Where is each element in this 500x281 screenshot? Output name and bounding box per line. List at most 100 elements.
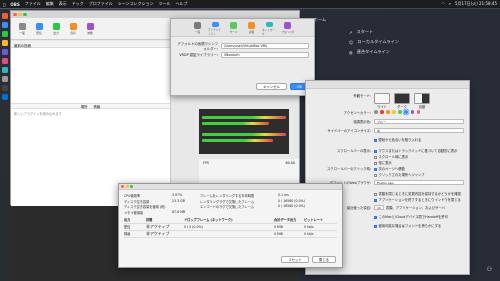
app-dock-icon[interactable] [1,67,8,73]
sidebar-select[interactable]: 中 [374,128,464,133]
close-windows-checkbox[interactable]: アプリケーションを終了するときにウインドウを閉じる [374,197,464,202]
settings-tab-provider[interactable]: プロバイダ [280,22,295,36]
output-name: 配信 [124,225,131,230]
output-bitrate: 0 kb/s [304,224,314,229]
accent-swatch[interactable] [416,110,421,114]
reset-button[interactable]: リセット [281,256,309,263]
app-dock-icon[interactable] [1,13,8,19]
theme-auto-thumb [414,93,430,104]
mastodon-item-federated[interactable]: ◍ 連合タイムライン [299,47,500,57]
tool-video[interactable]: 映像 [83,22,97,35]
mastodon-item-home[interactable]: ⌂ホーム [299,15,500,25]
app-dock-icon[interactable] [1,76,8,82]
vrdp-select[interactable]: VBoxAuth [221,51,309,58]
accent-swatch[interactable] [404,110,409,114]
close-icon[interactable] [121,185,124,188]
menu-item-dock[interactable]: ドック [72,1,84,7]
settings-tab-general[interactable]: 一般 [190,22,205,36]
menu-app-name[interactable]: OBS [10,2,19,7]
highlight-row: 強調表示色: ブルー [306,118,469,127]
accent-swatch[interactable] [386,110,390,114]
tool-stream[interactable]: 配信 [32,22,46,35]
audio-meter [202,116,286,119]
stats-metrics: CPU使用率 3.97% フレームをレンダリングする平均時間 0.1 ms ディ… [119,190,342,215]
output-dropped: 0 / 0 (0.0%) [184,224,203,229]
scroll-click-next-page[interactable]: 次のページへ移動 [374,166,464,171]
tool-output[interactable]: 出力 [49,22,63,35]
search-icon[interactable]: ⌕ [449,1,451,7]
theme-auto[interactable]: 自動 [414,93,430,109]
accent-swatch[interactable] [374,110,378,114]
tool-audio[interactable]: 音声 [66,22,80,35]
app-dock-icon[interactable] [1,31,8,37]
close-button[interactable]: 閉じる [311,256,336,263]
settings-tab-label: アイデンティティ [208,29,221,36]
theme-options: ライト ダーク 自動 [374,92,464,109]
tab-info[interactable]: 情報 [94,104,101,109]
folder-select[interactable]: /Users/user/VirtualBox VMs [221,42,309,49]
option-label: マウスまたはトラックパッドに基づいて自動的に表示 [378,149,458,153]
tab-place[interactable]: 場所 [81,104,88,109]
close-icon[interactable] [13,12,17,16]
menu-item-edit[interactable]: 編集 [46,1,54,7]
scroll-click-jump[interactable]: クリックされた場所へジャンプ [374,172,464,177]
recent-count-select[interactable]: 10 [374,205,384,210]
theme-dark[interactable]: ダーク [394,93,410,109]
accent-swatch[interactable] [398,110,402,114]
menu-item-view[interactable]: 表示 [59,1,67,7]
scrollbar-option-auto[interactable]: マウスまたはトラックパッドに基づいて自動的に表示 [374,148,464,153]
compose-field[interactable]: 新しいプラグインを読み込みます [11,109,170,119]
settings-tab-identity[interactable]: アイデンティティ [208,22,223,36]
menu-item-help[interactable]: ヘルプ [176,1,188,7]
menu-item-profile[interactable]: プロファイル [89,1,113,7]
font-smoothing-checkbox[interactable]: 使用可能な場合はフォントを滑らかにする [374,223,464,228]
settings-tab-label: 一般 [194,31,201,34]
app-dock-icon[interactable] [1,40,8,46]
menu-item-tools[interactable]: ツール [159,1,171,7]
table-row: 配信 非アクティブ 0 / 0 (0.0%) 0 MiB 0 kb/s [124,224,337,231]
app-dock-icon[interactable] [1,22,8,28]
accent-swatch[interactable] [410,110,415,114]
theme-light[interactable]: ライト [374,93,390,109]
zoom-icon[interactable] [130,185,133,188]
mastodon-item-start[interactable]: ➚ スタート [299,27,500,37]
settings-tab-server[interactable]: サーバ [226,22,241,36]
ask-keep-changes-checkbox[interactable]: 書類を閉じるときに変更内容を保持するかどうかを確認 [374,191,464,196]
menu-item-file[interactable]: ファイル [25,1,41,7]
apple-icon[interactable]:  [3,2,5,7]
recent-suffix: 書類、アプリケーション、およびサーバ [385,206,445,210]
menubar-clock[interactable]: 5月17日(火) 21:58:45 [455,1,497,7]
people-icon[interactable]: ⚇ [487,266,492,273]
wallpaper-checkbox[interactable]: 壁紙から色合いを取り入れる [374,137,464,142]
menu-item-scene-collection[interactable]: シーンコレクション [118,1,154,7]
highlight-select[interactable]: ブルー [374,119,464,124]
table-header: 出力 状態 ドロップフレーム (ネットワーク) 合計データ出力 ビットレート [124,217,337,224]
minimize-icon[interactable] [18,12,22,16]
minimize-icon[interactable] [125,185,129,188]
app-dock-icon[interactable] [1,85,8,91]
cancel-button[interactable]: キャンセル [256,83,288,90]
scroll-click-label: スクロールバーのクリック時: [327,167,371,171]
metric-label: メモリ使用量 [124,210,144,215]
audio-meter [202,139,274,142]
accent-swatch[interactable] [380,110,384,114]
scrollbar-option-scroll[interactable]: スクロール時に表示 [374,154,464,159]
default-browser-select[interactable]: Firefox.app [374,180,464,185]
network-icon [266,22,273,27]
accent-row: アクセントカラー: [306,109,469,118]
tool-label: 配信 [36,30,42,35]
zoom-icon[interactable] [23,12,27,16]
app-dock-icon[interactable] [1,58,8,64]
app-dock-icon[interactable] [1,49,8,55]
tool-general[interactable]: 一般 [15,22,29,35]
wifi-icon[interactable]: ◠ [441,1,445,7]
accent-swatch[interactable] [392,110,396,114]
app-dock-icon[interactable] [1,94,8,100]
menu-bar:  OBS ファイル 編集 表示 ドック プロファイル シーンコレクション ツー… [0,0,500,8]
settings-tab-network[interactable]: ネットワーク [262,22,277,36]
settings-tab-detail[interactable]: 詳細 [244,22,259,36]
mastodon-item-local[interactable]: ☺ ローカルタイムライン [299,37,500,47]
handoff-checkbox[interactable]: このMacとiCloudデバイス間でHandoffを許可 [374,214,464,219]
output-status: 非アクティブ [146,223,170,229]
mastodon-item-label: ホーム [313,17,327,22]
